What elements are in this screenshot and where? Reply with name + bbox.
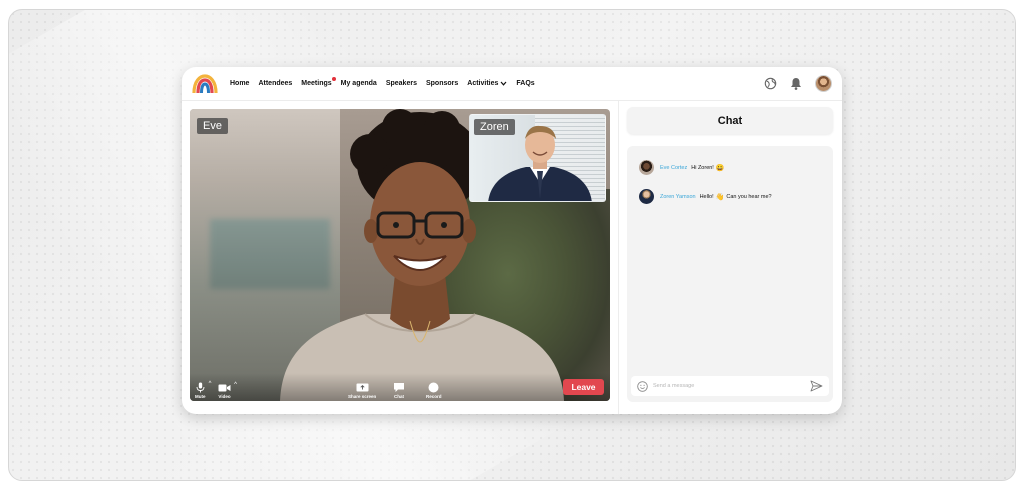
app-window: Home Attendees Meetings My agenda Speakers Sp… [182,67,842,414]
top-navbar: Home Attendees Meetings My agenda Speakers Sp… [182,67,842,101]
logo-icon[interactable] [192,73,218,95]
user-avatar[interactable] [815,75,832,92]
chat-button[interactable]: Chat [393,382,405,399]
camera-icon [218,384,231,392]
nav-item-sponsors[interactable]: Sponsors [426,80,458,87]
nav-item-home[interactable]: Home [230,80,249,87]
video-button[interactable]: ^ Video [218,382,237,399]
main-video: Eve Zoren ^ Mute ^ Video Share screen Ch… [190,109,610,401]
send-icon[interactable] [810,380,823,392]
nav-item-label: Sponsors [425,80,459,87]
message-text: Hi Zoren! [691,164,714,171]
video-options-caret-icon[interactable]: ^ [234,382,237,388]
microphone-icon [196,382,205,393]
nav-item-faqs[interactable]: FAQs [516,80,534,87]
share-screen-icon [356,383,369,392]
avatar [639,160,654,175]
chevron-down-icon [500,81,507,86]
share-screen-button[interactable]: Share screen [348,383,376,399]
message-author[interactable]: Eve Cortez [660,165,687,171]
globe-icon[interactable] [763,77,777,91]
nav-item-label: Meetings [301,80,332,87]
nav-item-activities[interactable]: Activities [467,80,507,87]
waving-hand-emoji-icon: 👋 [715,193,725,201]
message-text-continued: Can you hear me? [726,193,772,200]
nav-menu: Home Attendees Meetings My agenda Speakers Sp… [230,77,535,87]
record-icon [428,382,439,393]
mute-options-caret-icon[interactable]: ^ [209,381,212,387]
pip-video[interactable]: Zoren [469,114,606,202]
call-controls: ^ Mute ^ Video Share screen Chat Record … [190,373,610,401]
nav-item-label: Home [230,80,250,87]
chat-label: Chat [394,394,404,399]
mute-label: Mute [195,394,206,399]
nav-item-label: FAQs [516,80,535,87]
main-participant-name-tag: Eve [197,118,228,134]
panel-divider [618,101,619,414]
record-label: Record [426,394,442,399]
bell-icon[interactable] [789,77,803,91]
chat-message-content: Eve Cortez Hi Zoren! 😀 [660,164,725,172]
nav-item-label: Speakers [385,80,417,87]
pip-participant-name-tag: Zoren [474,119,515,135]
nav-item-attendees[interactable]: Attendees [258,80,292,87]
mute-button[interactable]: ^ Mute [195,381,212,399]
record-button[interactable]: Record [426,382,442,399]
chat-message: Eve Cortez Hi Zoren! 😀 [639,160,725,175]
nav-item-meetings[interactable]: Meetings [301,77,336,87]
chat-panel: Eve Cortez Hi Zoren! 😀 Zoren Yamson Hell… [627,146,833,402]
chat-message-content: Zoren Yamson Hello! 👋 Can you hear me? [660,193,772,201]
nav-item-my-agenda[interactable]: My agenda [341,80,377,87]
message-input-bar [631,376,829,396]
nav-item-label: Activities [467,80,499,87]
message-text: Hello! [699,193,714,200]
nav-right-group [763,75,832,92]
nav-item-speakers[interactable]: Speakers [386,80,417,87]
share-screen-label: Share screen [348,394,377,399]
notification-dot [331,77,336,81]
chat-title: Chat [627,107,833,134]
emoji-picker-icon[interactable] [637,380,648,392]
video-label: Video [218,394,231,399]
grinning-emoji-icon: 😀 [715,164,725,172]
nav-item-label: Attendees [258,80,293,87]
chat-message: Zoren Yamson Hello! 👋 Can you hear me? [639,189,772,204]
leave-button[interactable]: Leave [563,379,604,395]
message-author[interactable]: Zoren Yamson [660,194,696,200]
message-input[interactable] [653,383,810,389]
avatar [639,189,654,204]
chat-bubble-icon [394,383,404,392]
nav-item-label: My agenda [340,80,377,87]
